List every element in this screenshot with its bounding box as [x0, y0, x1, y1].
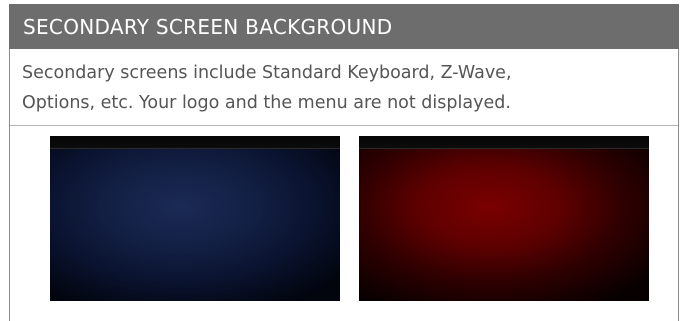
panel-title: SECONDARY SCREEN BACKGROUND	[23, 14, 393, 39]
blue-background-option[interactable]	[50, 136, 340, 301]
red-background-option[interactable]	[359, 136, 649, 301]
blue-background-preview	[50, 149, 340, 301]
panel-header: SECONDARY SCREEN BACKGROUND	[9, 4, 679, 49]
panel-description: Secondary screens include Standard Keybo…	[22, 58, 662, 118]
description-line-2: Options, etc. Your logo and the menu are…	[22, 93, 511, 113]
preview-top-bar	[50, 136, 340, 149]
description-line-1: Secondary screens include Standard Keybo…	[22, 63, 512, 83]
preview-top-bar	[359, 136, 649, 149]
secondary-screen-background-panel: SECONDARY SCREEN BACKGROUND Secondary sc…	[9, 4, 679, 321]
red-background-preview	[359, 149, 649, 301]
section-divider	[10, 125, 678, 126]
